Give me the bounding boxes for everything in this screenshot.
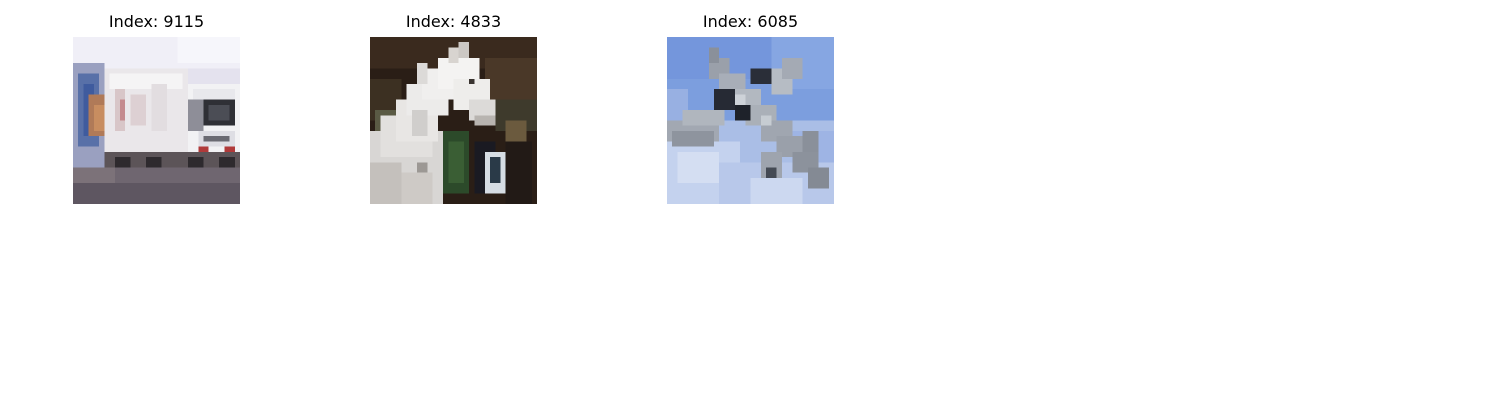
panel-title: Index: 6085 — [702, 12, 799, 31]
truck-thumbnail — [73, 37, 240, 204]
panel-title: Index: 9115 — [108, 12, 205, 31]
horse-thumbnail — [370, 37, 537, 204]
panel-title: Index: 4833 — [405, 12, 502, 31]
airplane-thumbnail — [667, 37, 834, 204]
